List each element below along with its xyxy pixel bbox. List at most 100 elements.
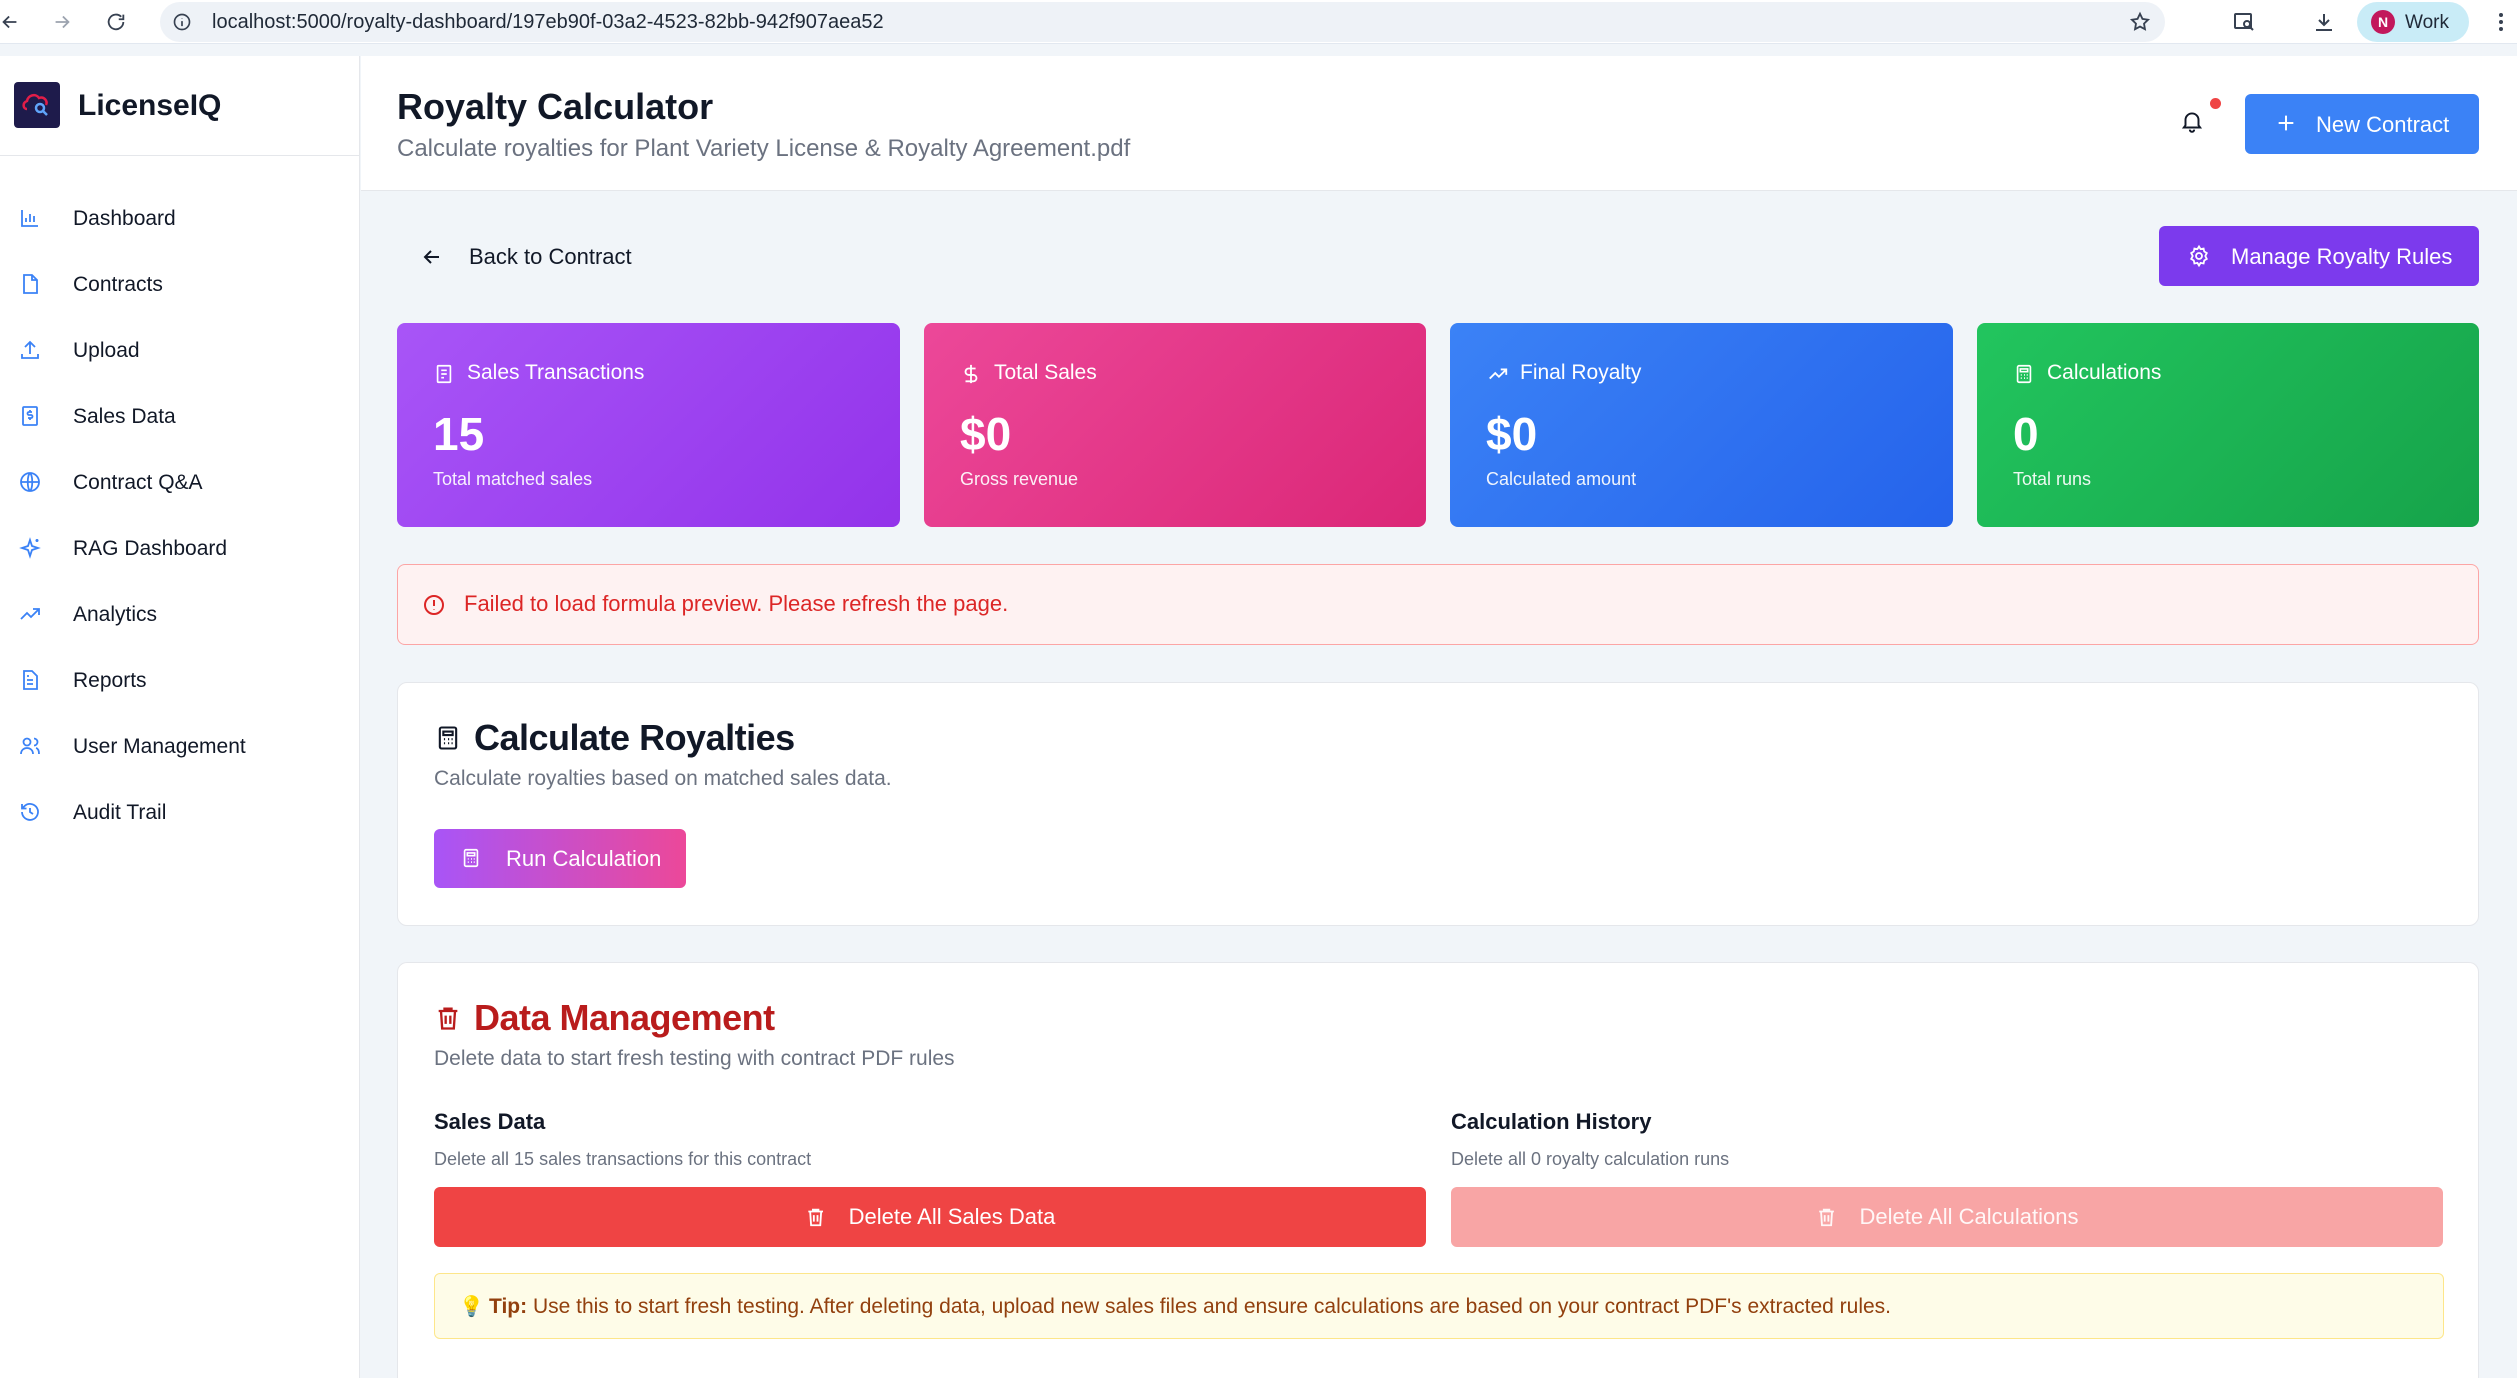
- sidebar-item-label: Sales Data: [73, 405, 176, 428]
- tip-label: Tip:: [489, 1295, 528, 1318]
- section-description: Delete all 0 royalty calculation runs: [1451, 1149, 1730, 1169]
- sidebar-item-label: Audit Trail: [73, 801, 167, 824]
- brand-name: LicenseIQ: [78, 89, 222, 122]
- back-arrow-icon[interactable]: [0, 8, 24, 36]
- stat-label: Final Royalty: [1520, 361, 1642, 384]
- manage-royalty-rules-label: Manage Royalty Rules: [2231, 244, 2453, 269]
- page-title: Royalty Calculator: [397, 86, 714, 127]
- sidebar-item-contract-qa[interactable]: Contract Q&A: [0, 450, 360, 516]
- sidebar-item-label: RAG Dashboard: [73, 537, 228, 560]
- stat-card-final-royalty: Final Royalty $0 Calculated amount: [1450, 323, 1953, 527]
- history-icon: [21, 803, 39, 821]
- profile-name: Work: [2405, 12, 2449, 33]
- sidebar-item-user-management[interactable]: User Management: [0, 714, 360, 780]
- sparkles-icon: [19, 537, 41, 559]
- plus-icon: [2278, 115, 2294, 131]
- new-contract-button[interactable]: New Contract: [2245, 94, 2479, 154]
- stat-value: 0: [2013, 408, 2039, 460]
- section-title: Calculation History: [1451, 1109, 1652, 1134]
- trending-up-icon: [1489, 368, 1508, 380]
- section-description: Delete all 15 sales transactions for thi…: [434, 1149, 812, 1169]
- sidebar-item-label: Analytics: [73, 603, 158, 626]
- stat-label: Total Sales: [994, 361, 1097, 384]
- bookmark-star-icon[interactable]: [2129, 11, 2151, 33]
- gear-icon: [2190, 244, 2208, 268]
- card-description: Calculate royalties based on matched sal…: [434, 767, 892, 790]
- stat-subtext: Total runs: [2013, 469, 2092, 489]
- sidebar-item-label: Contracts: [73, 273, 163, 296]
- brand-logo-icon: [14, 82, 60, 128]
- address-bar[interactable]: localhost:5000/royalty-dashboard/197eb90…: [160, 2, 2165, 42]
- forward-arrow-icon[interactable]: [48, 8, 76, 36]
- sidebar-item-audit-trail[interactable]: Audit Trail: [0, 780, 360, 846]
- sidebar-item-upload[interactable]: Upload: [0, 318, 360, 384]
- sidebar-item-sales-data[interactable]: Sales Data: [0, 384, 360, 450]
- tip-body: Use this to start fresh testing. After d…: [527, 1295, 1892, 1318]
- file-icon: [23, 274, 38, 294]
- avatar: N: [2371, 10, 2395, 34]
- calculator-icon: [463, 848, 479, 868]
- trash-icon: [438, 1007, 458, 1030]
- formula-error-alert: Failed to load formula preview. Please r…: [397, 564, 2479, 645]
- download-icon[interactable]: [2310, 8, 2338, 36]
- site-info-icon[interactable]: [172, 12, 192, 32]
- upload-icon: [21, 340, 39, 359]
- url-text[interactable]: localhost:5000/royalty-dashboard/197eb90…: [212, 11, 884, 34]
- arrow-left-icon: [423, 250, 439, 264]
- sidebar-item-dashboard[interactable]: Dashboard: [0, 186, 360, 252]
- globe-icon: [20, 472, 40, 492]
- stat-value: $0: [1486, 408, 1538, 460]
- notification-dot: [2210, 98, 2221, 109]
- dollar-file-icon: [22, 406, 38, 426]
- more-menu-icon[interactable]: [2487, 8, 2515, 36]
- stat-card-total-sales: Total Sales $0 Gross revenue: [924, 323, 1426, 527]
- sidebar-item-label: Upload: [73, 339, 140, 362]
- sidebar-item-reports[interactable]: Reports: [0, 648, 360, 714]
- reload-icon[interactable]: [102, 8, 130, 36]
- stat-subtext: Gross revenue: [960, 469, 1079, 489]
- search-tab-icon[interactable]: [2230, 8, 2258, 36]
- bell-icon[interactable]: [2179, 108, 2205, 134]
- stat-value: $0: [960, 408, 1012, 460]
- delete-all-sales-data-button[interactable]: Delete All Sales Data: [434, 1187, 1426, 1247]
- receipt-icon: [436, 364, 452, 384]
- bar-chart-icon: [21, 210, 38, 227]
- card-title: Data Management: [474, 997, 775, 1038]
- stat-card-sales-transactions: Sales Transactions 15 Total matched sale…: [397, 323, 900, 527]
- sidebar-item-contracts[interactable]: Contracts: [0, 252, 360, 318]
- card-description: Delete data to start fresh testing with …: [434, 1047, 955, 1070]
- sidebar-item-analytics[interactable]: Analytics: [0, 582, 360, 648]
- users-icon: [20, 737, 40, 755]
- stat-value: 15: [433, 408, 485, 460]
- dollar-icon: [964, 364, 978, 384]
- calculate-royalties-card: Calculate Royalties Calculate royalties …: [397, 682, 2479, 926]
- sidebar: LicenseIQ Dashboard Contracts Upload Sal…: [0, 56, 360, 1378]
- page-subtitle: Calculate royalties for Plant Variety Li…: [397, 135, 1131, 162]
- calculator-icon: [2016, 364, 2032, 384]
- trash-icon: [808, 1208, 823, 1227]
- file-text-icon: [23, 670, 38, 690]
- sidebar-item-label: Dashboard: [73, 207, 176, 230]
- calculator-icon: [438, 726, 458, 750]
- trash-icon: [1819, 1208, 1834, 1227]
- sidebar-item-label: User Management: [73, 735, 246, 758]
- run-calculation-label: Run Calculation: [506, 846, 662, 871]
- lightbulb-icon: 💡: [459, 1296, 484, 1318]
- profile-chip[interactable]: N Work: [2357, 2, 2469, 42]
- sidebar-item-label: Reports: [73, 669, 147, 692]
- sidebar-item-rag-dashboard[interactable]: RAG Dashboard: [0, 516, 360, 582]
- delete-all-sales-data-label: Delete All Sales Data: [848, 1204, 1056, 1229]
- stat-label: Calculations: [2047, 361, 2162, 384]
- brand[interactable]: LicenseIQ: [0, 56, 360, 156]
- stat-label: Sales Transactions: [467, 361, 645, 384]
- browser-toolbar: localhost:5000/royalty-dashboard/197eb90…: [0, 0, 2517, 44]
- tip-box: 💡 Tip: Use this to start fresh testing. …: [434, 1273, 2444, 1339]
- run-calculation-button[interactable]: Run Calculation: [434, 829, 686, 888]
- stat-subtext: Total matched sales: [433, 469, 593, 489]
- new-contract-label: New Contract: [2316, 112, 2450, 137]
- delete-all-calculations-button[interactable]: Delete All Calculations: [1451, 1187, 2443, 1247]
- card-title: Calculate Royalties: [474, 717, 795, 758]
- stat-card-calculations: Calculations 0 Total runs: [1977, 323, 2479, 527]
- manage-royalty-rules-button[interactable]: Manage Royalty Rules: [2159, 226, 2479, 286]
- sidebar-item-label: Contract Q&A: [73, 471, 203, 494]
